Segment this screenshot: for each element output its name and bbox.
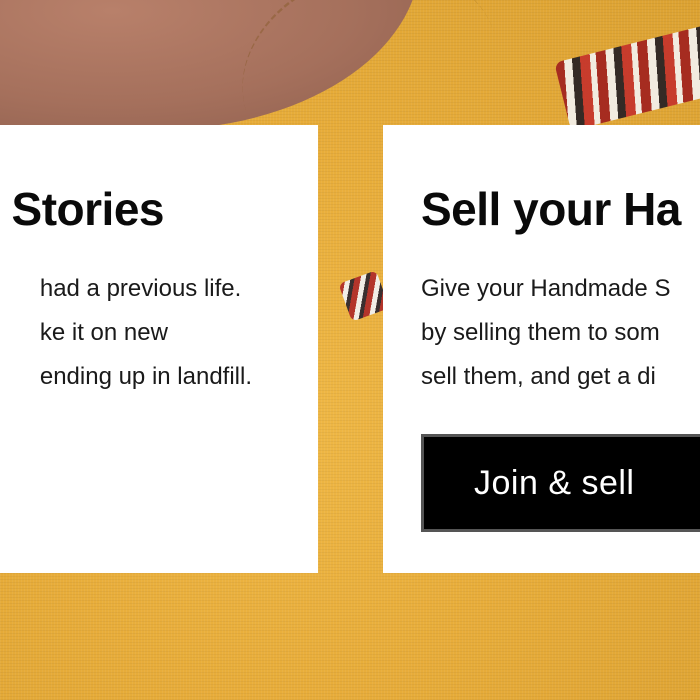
join-and-sell-button[interactable]: Join & sell <box>421 434 700 532</box>
embroidery-pattern <box>554 19 700 131</box>
stories-card: Stories had a previous life. ke it on ne… <box>0 125 318 573</box>
card-text-line: sell them, and get a di <box>421 363 656 390</box>
card-description: Give your Handmade S by selling them to … <box>421 267 670 399</box>
card-title: Stories <box>11 183 165 235</box>
card-text-line: by selling them to som <box>421 319 660 346</box>
card-text-line: ke it on new <box>39 319 168 346</box>
card-description: had a previous life. ke it on new ending… <box>40 267 252 399</box>
card-text-line: had a previous life. <box>39 275 242 302</box>
card-text-line: ending up in landfill. <box>39 363 252 390</box>
embroidery-detail <box>338 270 390 322</box>
sell-card: Sell your Ha Give your Handmade S by sel… <box>383 125 700 573</box>
card-title: Sell your Ha <box>421 183 681 235</box>
card-text-line: Give your Handmade S <box>421 275 671 302</box>
